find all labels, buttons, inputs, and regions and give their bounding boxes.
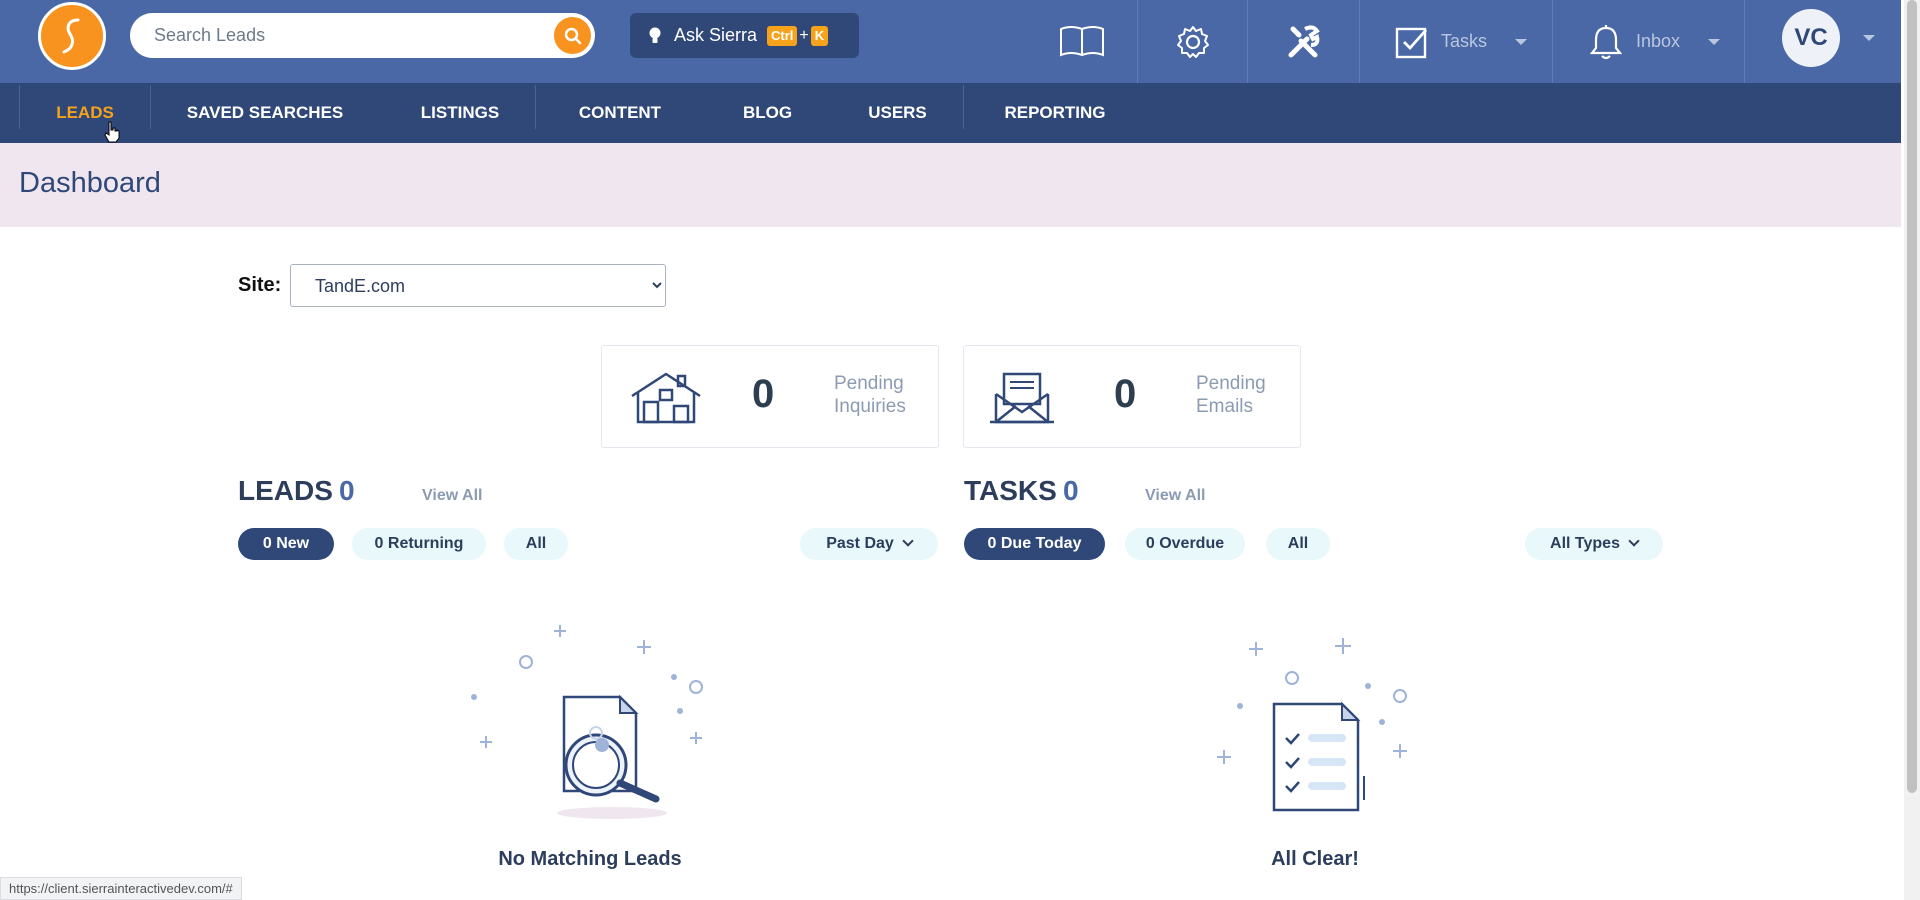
nav-item-content[interactable]: CONTENT	[565, 83, 675, 143]
pending-inquiries-label-line2: Inquiries	[834, 396, 906, 417]
scrollbar-thumb[interactable]	[1907, 0, 1917, 793]
page-title: Dashboard	[19, 167, 161, 199]
leads-range-dropdown[interactable]: Past Day	[800, 528, 938, 560]
tasks-menu[interactable]: Tasks	[1359, 0, 1552, 83]
gear-icon	[1176, 25, 1209, 58]
bell-icon	[1590, 24, 1622, 59]
pending-emails-count: 0	[1114, 372, 1137, 416]
leads-view-all-link[interactable]: View All	[422, 487, 482, 505]
nav-item-listings[interactable]: LISTINGS	[410, 83, 510, 143]
nav-item-leads[interactable]: LEADS	[20, 83, 150, 143]
avatar[interactable]: VC	[1782, 9, 1840, 67]
tasks-type-label: All Types	[1550, 535, 1620, 552]
tools-icon	[1288, 24, 1320, 57]
envelope-icon	[990, 372, 1054, 424]
nav-item-reporting[interactable]: REPORTING	[995, 83, 1115, 143]
hand-cursor-icon	[104, 121, 120, 143]
tools-button[interactable]	[1247, 0, 1359, 83]
chevron-down-icon	[1515, 38, 1528, 45]
leads-filter-all[interactable]: All	[504, 528, 568, 560]
nav-divider	[535, 85, 536, 129]
leads-count: 0	[339, 475, 355, 506]
house-icon	[631, 372, 701, 424]
pending-emails-label-line2: Emails	[1196, 396, 1254, 417]
search-box	[130, 13, 595, 58]
inbox-label: Inbox	[1636, 31, 1681, 51]
book-icon	[1060, 25, 1104, 56]
status-bar-url: https://client.sierrainteractivedev.com/…	[0, 877, 242, 900]
nav-item-blog[interactable]: BLOG	[725, 83, 810, 143]
tasks-filter-due-today[interactable]: 0 Due Today	[964, 528, 1105, 560]
settings-button[interactable]	[1137, 0, 1247, 83]
page-header: Dashboard	[0, 143, 1901, 227]
leads-filter-returning[interactable]: 0 Returning	[352, 528, 486, 560]
sierra-logo[interactable]	[38, 2, 106, 70]
chevron-down-icon	[1628, 535, 1640, 547]
nav-item-users[interactable]: USERS	[855, 83, 940, 143]
ask-sierra-button[interactable]: Ask Sierra Ctrl + K	[630, 13, 859, 58]
search-input[interactable]	[154, 13, 544, 58]
shortcut-plus: +	[799, 26, 809, 44]
tasks-label: Tasks	[1441, 31, 1488, 51]
checkbox-icon	[1395, 27, 1428, 58]
chevron-down-icon	[902, 535, 914, 547]
pending-inquiries-label: Pending Inquiries	[834, 372, 934, 418]
lightbulb-icon	[648, 26, 662, 46]
pending-emails-card[interactable]: 0 Pending Emails	[963, 345, 1301, 448]
tasks-filter-overdue[interactable]: 0 Overdue	[1125, 528, 1245, 560]
nav-divider	[150, 85, 151, 129]
nav-divider	[963, 85, 964, 129]
search-button[interactable]	[554, 17, 591, 54]
no-leads-illustration	[471, 625, 703, 819]
pending-inquiries-card[interactable]: 0 Pending Inquiries	[601, 345, 939, 448]
sierra-logo-icon	[62, 18, 80, 54]
pending-emails-label: Pending Emails	[1196, 372, 1296, 418]
pending-inquiries-label-line1: Pending	[834, 373, 904, 394]
search-icon	[564, 27, 581, 44]
nav-item-saved-searches[interactable]: SAVED SEARCHES	[175, 83, 355, 143]
all-clear-message: All Clear!	[1271, 848, 1359, 870]
top-bar: Ask Sierra Ctrl + K Tasks	[0, 0, 1901, 83]
tasks-filter-all[interactable]: All	[1266, 528, 1330, 560]
tasks-section-title: TASKS	[964, 475, 1057, 506]
site-label: Site:	[238, 274, 282, 296]
guide-button[interactable]	[1027, 0, 1137, 83]
tasks-view-all-link[interactable]: View All	[1145, 487, 1205, 505]
leads-filter-new[interactable]: 0 New	[238, 528, 334, 560]
leads-section-title: LEADS	[238, 475, 333, 506]
leads-range-label: Past Day	[826, 535, 894, 552]
shortcut-key-ctrl: Ctrl	[767, 25, 798, 46]
main-nav: LEADS SAVED SEARCHES LISTINGS CONTENT BL…	[0, 83, 1901, 143]
chevron-down-icon	[1708, 38, 1721, 45]
pending-emails-label-line1: Pending	[1196, 373, 1266, 394]
no-leads-message: No Matching Leads	[498, 848, 682, 870]
shortcut-key-k: K	[810, 25, 829, 46]
site-select[interactable]: TandE.com	[290, 264, 666, 307]
inbox-menu[interactable]: Inbox	[1552, 0, 1744, 83]
ask-sierra-label: Ask Sierra	[674, 25, 758, 45]
tasks-count: 0	[1063, 475, 1079, 506]
pending-inquiries-count: 0	[752, 372, 775, 416]
all-clear-illustration	[1217, 638, 1407, 812]
tasks-type-dropdown[interactable]: All Types	[1525, 528, 1663, 560]
chevron-down-icon[interactable]	[1863, 35, 1875, 41]
